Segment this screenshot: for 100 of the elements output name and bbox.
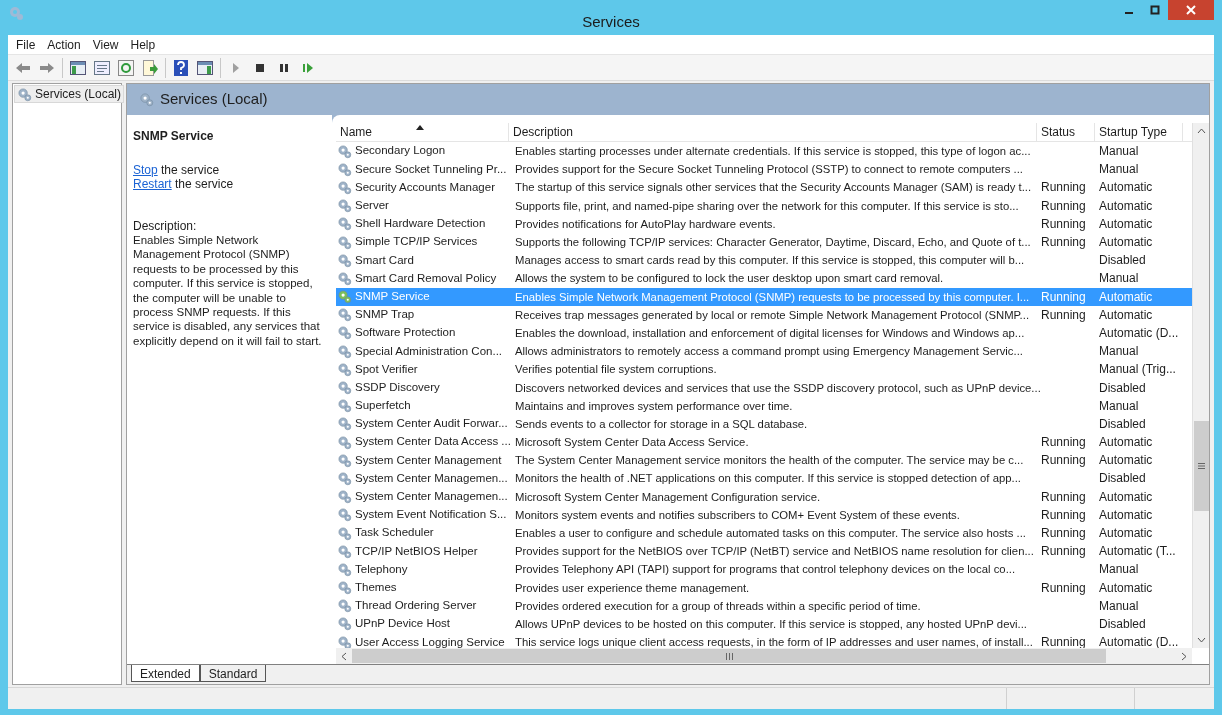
table-row[interactable]: SSDP Discovery Discovers networked devices and services that use the SSDP discovery protocol, such as UPnP device... Disabled <box>336 378 1192 397</box>
service-status: Running <box>1041 526 1086 541</box>
startup-type: Automatic <box>1099 198 1153 213</box>
service-description: Supports file, print, and named-pipe sharing over the network for this computer. If this service is sto... <box>515 199 1019 212</box>
gear-icon <box>337 289 352 305</box>
service-name: System Center Managemen... <box>355 489 508 505</box>
startup-type: Manual <box>1099 344 1139 359</box>
gear-icon <box>337 525 352 541</box>
vertical-scrollbar[interactable] <box>1192 123 1209 648</box>
table-row[interactable]: Telephony Provides Telephony API (TAPI) support for programs that control telephony devices on the local co... Manual <box>336 560 1192 579</box>
gear-icon <box>8 4 24 21</box>
table-row[interactable]: Superfetch Maintains and improves system performance over time. Manual <box>336 396 1192 415</box>
menu-item[interactable]: Help <box>124 35 162 54</box>
table-row[interactable]: System Event Notification S... Monitors system events and notifies subscribers to COM+ Event System of these events. Running Automatic <box>336 505 1192 524</box>
description-text: Enables Simple Network Management Protocol (SNMP) requests to be processed by this computer. If this service is stopped, the computer will be unable to process SNMP requests. If this service is disabled, any services that explicitly depend on it will fail to start. <box>133 233 323 349</box>
service-name: Software Protection <box>355 325 456 341</box>
play-icon <box>231 61 241 74</box>
table-row[interactable]: Thread Ordering Server Provides ordered execution for a group of threads within a specific period of time. Manual <box>336 596 1192 615</box>
startup-type: Disabled <box>1099 616 1146 631</box>
horizontal-scrollbar[interactable] <box>336 648 1192 664</box>
service-description: Provides support for the NetBIOS over TCP/IP (NetBT) service and NetBIOS name resolution for clien... <box>515 545 1034 558</box>
menu-item[interactable]: File <box>10 35 42 54</box>
table-row[interactable]: Smart Card Manages access to smart cards read by this computer. If this service is stopped, this computer will b... Disabled <box>336 251 1192 270</box>
service-name: Simple TCP/IP Services <box>355 234 478 250</box>
view-tab[interactable]: Standard <box>199 665 267 682</box>
startup-type: Automatic <box>1099 235 1153 250</box>
service-title: SNMP Service <box>133 128 215 145</box>
service-name: Themes <box>355 579 397 595</box>
table-row[interactable]: Spot Verifier Verifies potential file system corruptions. Manual (Trig... <box>336 360 1192 379</box>
gear-icon <box>337 543 352 559</box>
table-row[interactable]: Task Scheduler Enables a user to configure and schedule automated tasks on this computer. The service also hosts ... Running Automatic <box>336 523 1192 543</box>
scroll-thumb[interactable] <box>352 649 1106 663</box>
table-row[interactable]: Security Accounts Manager The startup of this service signals other services that the Security Accounts Manager (SAM) is ready t... Running Automatic <box>336 178 1192 197</box>
gear-icon <box>337 452 352 468</box>
scroll-thumb[interactable] <box>1193 421 1209 511</box>
service-status: Running <box>1041 235 1086 250</box>
startup-type: Disabled <box>1099 253 1146 268</box>
service-name: SNMP Service <box>355 288 430 304</box>
gear-icon <box>337 507 352 523</box>
tree-item[interactable]: Services (Local) <box>14 85 125 103</box>
table-row[interactable]: System Center Managemen... Microsoft System Center Management Configuration service. Running Automatic <box>336 487 1192 506</box>
gear-icon <box>337 270 352 286</box>
table-row[interactable]: Themes Provides user experience theme management. Running Automatic <box>336 578 1192 597</box>
service-name: Server <box>355 198 389 214</box>
startup-type: Manual <box>1099 598 1139 613</box>
refresh-icon <box>118 59 134 76</box>
service-name: SSDP Discovery <box>355 379 440 395</box>
column-header[interactable]: Description <box>509 123 1037 141</box>
startup-type: Disabled <box>1099 471 1146 486</box>
action-link[interactable]: Stop <box>133 163 158 177</box>
service-description: Receives trap messages generated by local or remote Simple Network Management Protocol (SNMP... <box>515 308 1030 321</box>
minimize-icon <box>1125 12 1133 14</box>
table-row[interactable]: Secondary Logon Enables starting processes under alternate credentials. If this service is stopped, this type of logon ac... Manual <box>336 142 1192 161</box>
service-description: Provides Telephony API (TAPI) support for programs that control telephony devices on the local co... <box>515 563 1016 576</box>
table-row[interactable]: UPnP Device Host Allows UPnP devices to be hosted on this computer. If this service is stopped, any hosted UPnP devi... Disabled <box>336 614 1192 634</box>
table-row[interactable]: System Center Management The System Center Management service monitors the health of the computer. The service may be c... Running Automatic <box>336 451 1192 470</box>
table-row[interactable]: Secure Socket Tunneling Pr... Provides support for the Secure Socket Tunneling Protocol (SSTP) to connect to remote computers ... Manual <box>336 160 1192 179</box>
column-header[interactable]: Startup Type <box>1095 123 1183 141</box>
table-row[interactable]: Shell Hardware Detection Provides notifications for AutoPlay hardware events. Running Automatic <box>336 214 1192 233</box>
table-row[interactable]: TCP/IP NetBIOS Helper Provides support for the NetBIOS over TCP/IP (NetBT) service and NetBIOS name resolution for clien... Running Automatic (T... <box>336 542 1192 561</box>
resume-icon <box>302 61 314 74</box>
view-tab[interactable]: Extended <box>131 665 200 682</box>
action-link[interactable]: Restart <box>133 177 172 191</box>
gear-icon <box>337 380 352 396</box>
table-row[interactable]: Server Supports file, print, and named-pipe sharing over the network for this computer. If this service is sto... Running Automatic <box>336 196 1192 215</box>
close-icon <box>1186 5 1196 15</box>
gear-icon <box>337 161 352 177</box>
table-row[interactable]: SNMP Trap Receives trap messages generated by local or remote Simple Network Management Protocol (SNMP... Running Automatic <box>336 305 1192 324</box>
service-description: Provides support for the Secure Socket Tunneling Protocol (SSTP) to connect to remote computers ... <box>515 163 1023 176</box>
column-header[interactable]: Name <box>336 123 509 141</box>
service-name: Shell Hardware Detection <box>355 216 486 232</box>
table-row[interactable]: System Center Audit Forwar... Sends events to a collector for storage in a SQL database. Disabled <box>336 414 1192 433</box>
service-description: Monitors the health of .NET applications on this computer. If this service is stopped detection of app... <box>515 472 1021 485</box>
table-row[interactable]: Smart Card Removal Policy Allows the system to be configured to lock the user desktop upon smart card removal. Manual <box>336 269 1192 288</box>
table-row[interactable]: System Center Data Access ... Microsoft System Center Data Access Service. Running Automatic <box>336 433 1192 452</box>
service-description: Enables starting processes under alternate credentials. If this service is stopped, this type of logon ac... <box>515 145 1031 158</box>
maximize-icon <box>1150 5 1160 15</box>
startup-type: Manual (Trig... <box>1099 362 1176 377</box>
window-pane-icon <box>70 60 86 75</box>
table-row[interactable]: System Center Managemen... Monitors the health of .NET applications on this computer. If this service is stopped detection of app... Disabled <box>336 469 1192 488</box>
gear-icon <box>337 198 352 214</box>
startup-type: Automatic <box>1099 507 1153 522</box>
service-name: TCP/IP NetBIOS Helper <box>355 543 478 559</box>
close-button[interactable] <box>1168 0 1214 20</box>
column-header[interactable]: Status <box>1037 123 1095 141</box>
grip-icon <box>1197 463 1205 469</box>
table-row[interactable]: User Access Logging Service This service logs unique client access requests, in the form of IP addresses and user names, of install... Running Automatic (D... <box>336 633 1192 652</box>
document-arrow-icon <box>142 59 158 76</box>
table-row[interactable]: Software Protection Enables the download, installation and enforcement of digital licenses for Windows and Windows ap... Automatic (D... <box>336 323 1192 343</box>
service-status: Running <box>1041 507 1086 522</box>
table-row[interactable]: Special Administration Con... Allows administrators to remotely access a command prompt using Emergency Management Servic... Manual <box>336 342 1192 361</box>
menu-item[interactable]: View <box>86 35 125 54</box>
service-description: Discovers networked devices and services that use the SSDP discovery protocol, such as UPnP device... <box>515 381 1041 394</box>
gear-icon <box>337 598 352 614</box>
menu-item[interactable]: Action <box>41 35 87 54</box>
gear-icon <box>139 92 154 107</box>
service-description: Monitors system events and notifies subscribers to COM+ Event System of these events. <box>515 508 960 521</box>
service-name: Superfetch <box>355 398 411 414</box>
table-row[interactable]: Simple TCP/IP Services Supports the following TCP/IP services: Character Generator, Daytime, Discard, Echo, and Quote of t... Running Automatic <box>336 232 1192 252</box>
service-name: Smart Card <box>355 252 414 268</box>
